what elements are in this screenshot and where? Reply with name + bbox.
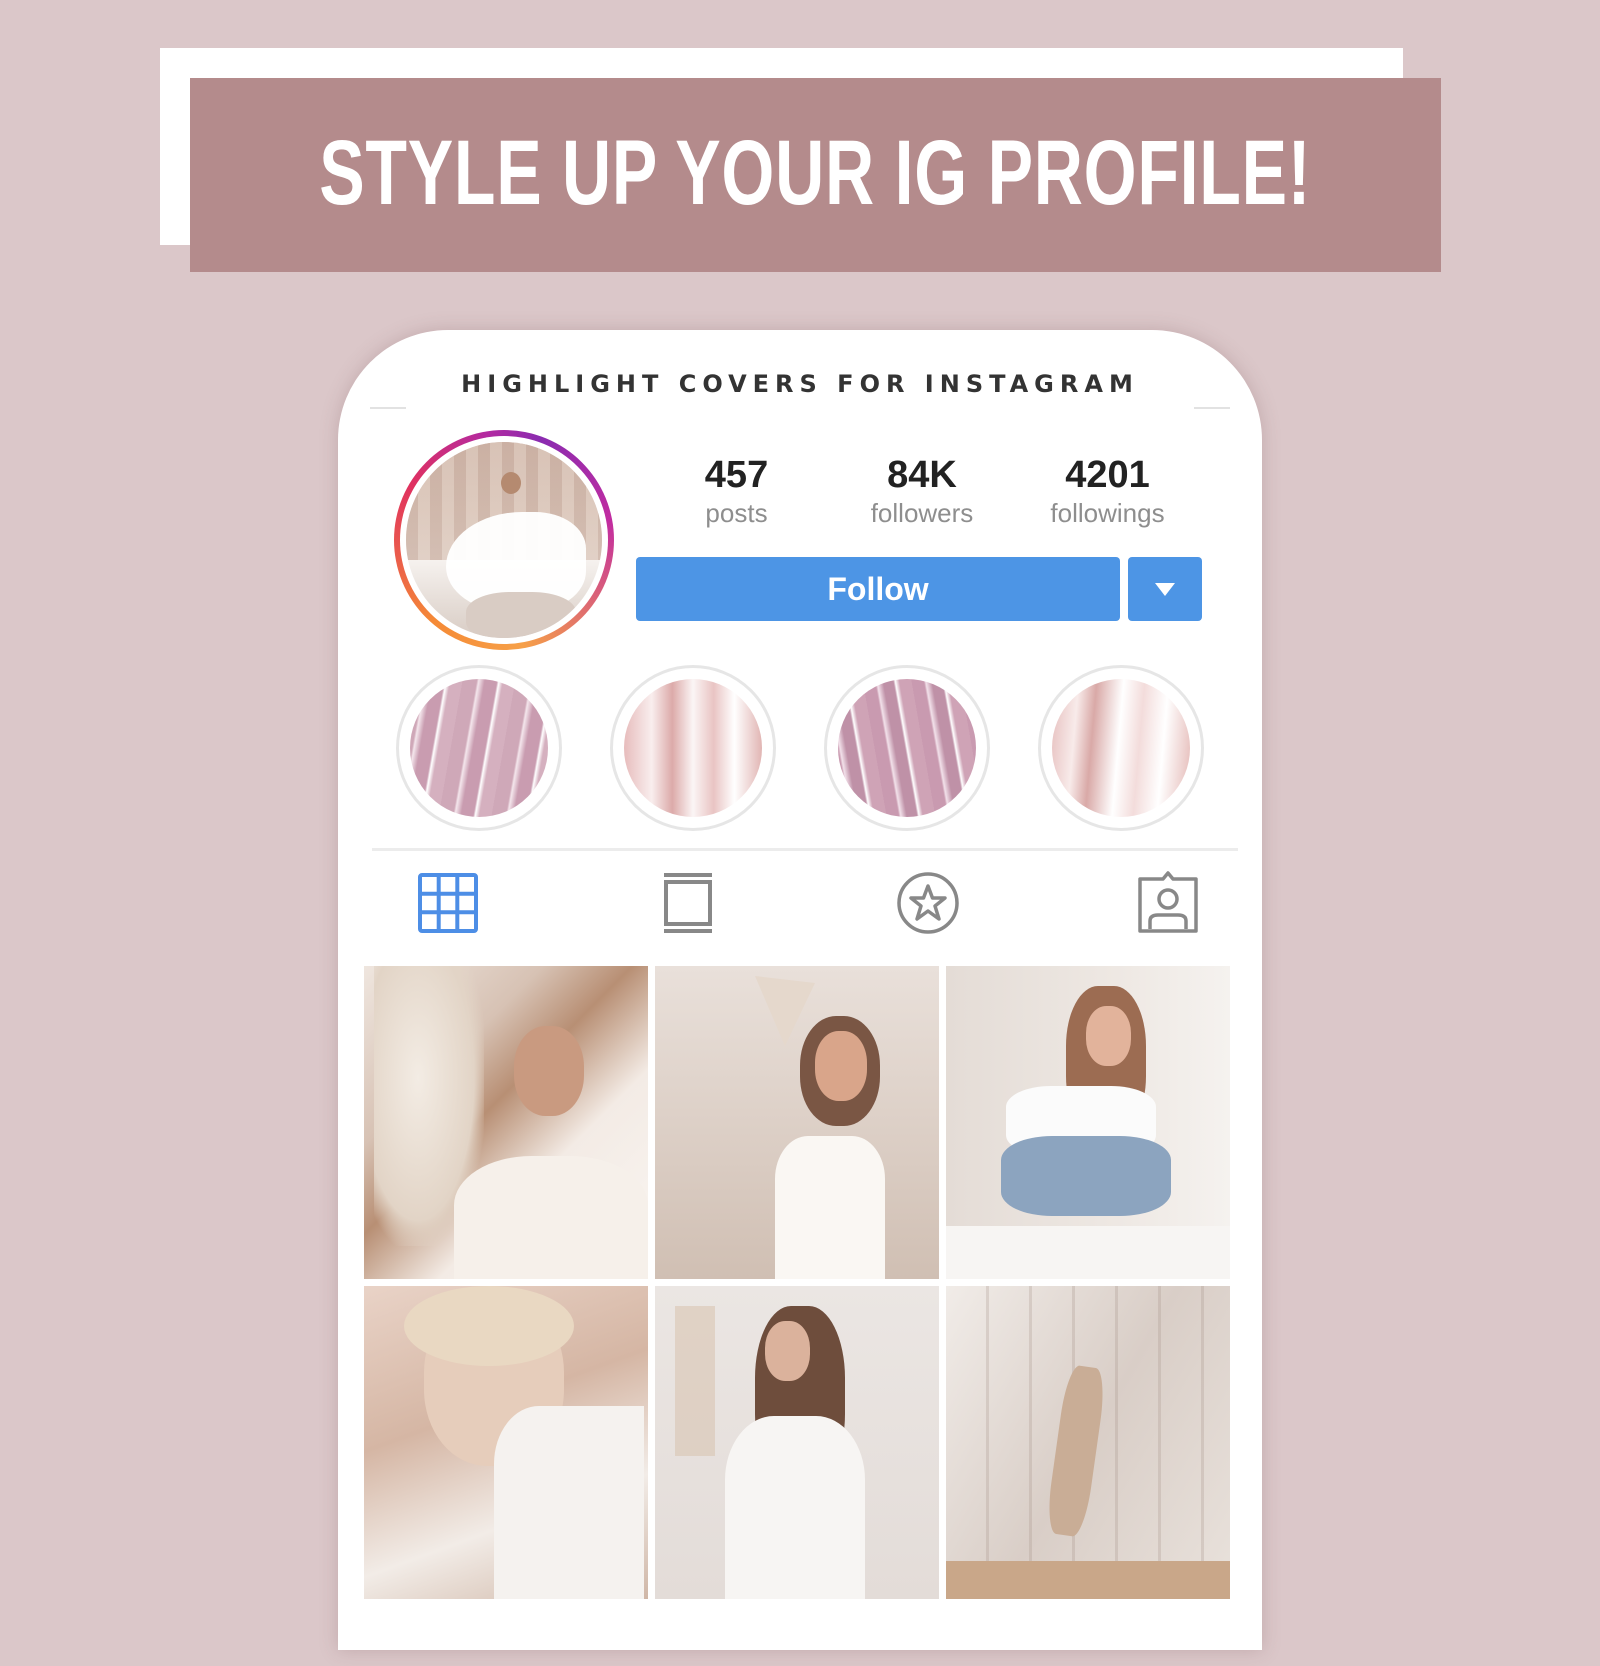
stat-label: followings [1050, 497, 1165, 528]
post-2[interactable] [655, 966, 939, 1279]
stat-followers[interactable]: 84K followers [830, 454, 1015, 531]
feed-icon [664, 873, 712, 933]
banner-title: STYLE UP YOUR IG PROFILE! [319, 122, 1312, 224]
stat-followings[interactable]: 4201 followings [1015, 454, 1200, 531]
story-highlights [396, 665, 1214, 835]
grid-icon [418, 873, 478, 933]
caret-down-icon [1155, 582, 1175, 596]
stat-value: 4201 [1065, 454, 1150, 496]
avatar[interactable] [394, 430, 614, 650]
post-6[interactable] [946, 1286, 1230, 1599]
post-3[interactable] [946, 966, 1230, 1279]
tab-feed[interactable] [628, 858, 748, 948]
banner: STYLE UP YOUR IG PROFILE! [190, 78, 1441, 272]
tab-saved[interactable] [868, 858, 988, 948]
phone-mockup: HIGHLIGHT COVERS FOR INSTAGRAM 457 posts… [338, 330, 1262, 1650]
stat-label: posts [705, 497, 768, 528]
post-4[interactable] [364, 1286, 648, 1599]
stat-value: 84K [887, 454, 957, 496]
tabs-divider [372, 848, 1238, 851]
suggestions-dropdown-button[interactable] [1128, 557, 1202, 621]
star-icon [897, 872, 959, 934]
stat-label: followers [870, 497, 974, 528]
highlight-1[interactable] [396, 665, 562, 831]
highlight-4[interactable] [1038, 665, 1204, 831]
highlight-2[interactable] [610, 665, 776, 831]
tagged-icon [1138, 871, 1198, 933]
stat-posts[interactable]: 457 posts [644, 454, 829, 531]
avatar-photo [406, 442, 602, 638]
divider-left [370, 407, 406, 409]
post-1[interactable] [364, 966, 648, 1279]
divider-right [1194, 407, 1230, 409]
post-5[interactable] [655, 1286, 939, 1599]
tab-tagged[interactable] [1108, 858, 1228, 948]
follow-button[interactable]: Follow [636, 557, 1120, 621]
phone-heading: HIGHLIGHT COVERS FOR INSTAGRAM [461, 370, 1139, 398]
profile-tabs [372, 858, 1238, 948]
tab-grid[interactable] [388, 858, 508, 948]
profile-stats: 457 posts 84K followers 4201 followings [644, 454, 1200, 531]
avatar-border [400, 436, 608, 644]
highlight-3[interactable] [824, 665, 990, 831]
posts-grid [364, 966, 1234, 1666]
stat-value: 457 [704, 454, 769, 496]
